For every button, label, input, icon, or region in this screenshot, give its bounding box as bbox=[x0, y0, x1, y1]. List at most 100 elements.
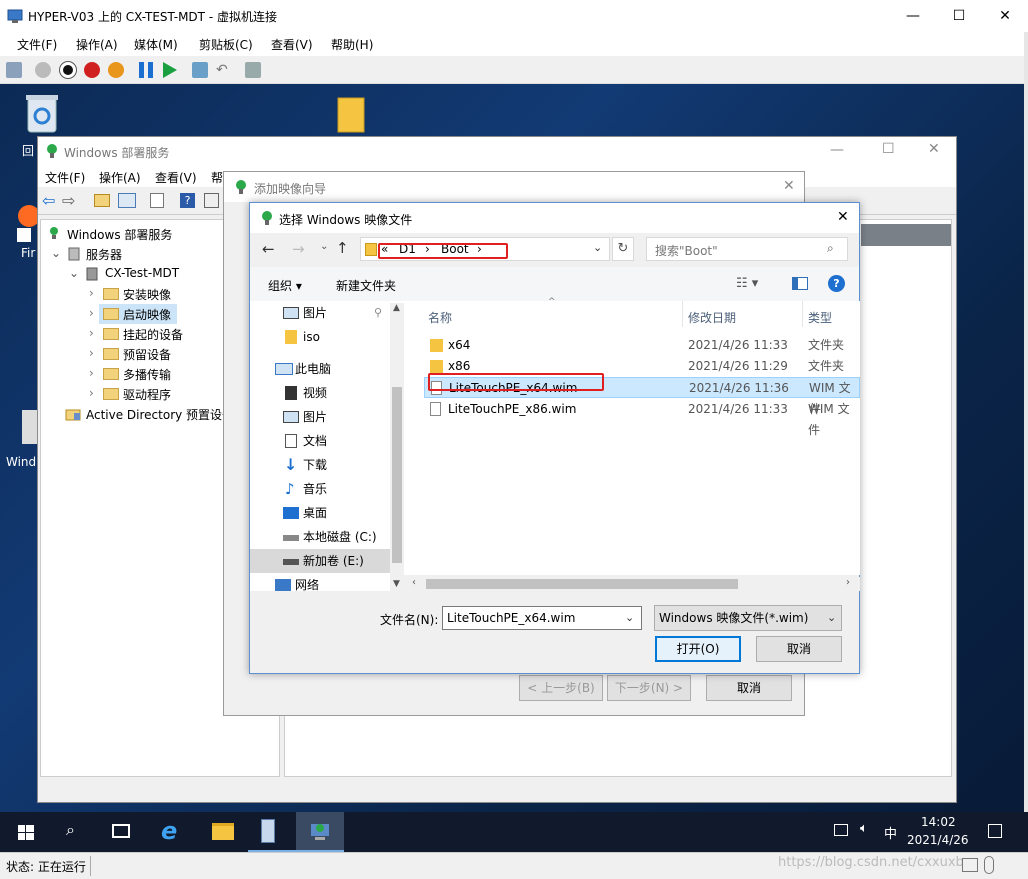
refresh-button[interactable]: ↻ bbox=[612, 237, 634, 261]
new-folder-button[interactable]: 新建文件夹 bbox=[336, 277, 396, 294]
filename-input[interactable]: LiteTouchPE_x64.wim ⌄ bbox=[442, 606, 642, 630]
expand-icon[interactable]: ⌄ bbox=[69, 266, 79, 280]
volume-muted-icon[interactable]: 🔈︎ bbox=[860, 821, 868, 836]
checkpoint-icon[interactable] bbox=[192, 62, 208, 78]
wds-menu-action[interactable]: 操作(A) bbox=[99, 169, 141, 186]
nav-scrollbar[interactable]: ▲ ▼ bbox=[390, 303, 404, 591]
host-scrollbar[interactable] bbox=[1024, 32, 1028, 812]
collapse-icon[interactable]: › bbox=[89, 366, 94, 380]
ctrl-alt-del-icon[interactable] bbox=[6, 62, 22, 78]
scroll-up-icon[interactable]: ▲ bbox=[393, 303, 400, 313]
network-tray-icon[interactable] bbox=[834, 824, 848, 836]
taskbar-explorer[interactable] bbox=[198, 812, 246, 852]
tree-install-images[interactable]: 安装映像 bbox=[123, 286, 171, 303]
dialog-close-button[interactable]: ✕ bbox=[837, 209, 849, 225]
pin-icon[interactable]: ⚲ bbox=[374, 301, 382, 325]
wizard-cancel-button[interactable]: 取消 bbox=[706, 675, 792, 701]
dialog-cancel-button[interactable]: 取消 bbox=[756, 636, 842, 662]
clock-date[interactable]: 2021/4/26 bbox=[907, 833, 969, 847]
nav-item-pictures[interactable]: 图片 ⚲ bbox=[250, 301, 404, 325]
wds-menu-file[interactable]: 文件(F) bbox=[45, 169, 85, 186]
wizard-close-button[interactable]: ✕ bbox=[783, 178, 795, 194]
menu-file[interactable]: 文件(F) bbox=[17, 36, 57, 53]
notification-icon[interactable] bbox=[988, 824, 1002, 838]
tree-drivers[interactable]: 驱动程序 bbox=[123, 386, 171, 403]
up-folder-icon[interactable] bbox=[94, 194, 110, 207]
collapse-icon[interactable]: › bbox=[89, 286, 94, 300]
search-icon[interactable]: ⌕ bbox=[827, 241, 834, 256]
collapse-icon[interactable]: › bbox=[89, 326, 94, 340]
show-hide-tree-icon[interactable] bbox=[118, 193, 136, 208]
wds-minimize-button[interactable]: — bbox=[830, 142, 844, 158]
hscrollbar[interactable]: ‹ › bbox=[404, 577, 860, 591]
pause-icon[interactable] bbox=[139, 62, 153, 78]
export-list-icon[interactable] bbox=[150, 193, 164, 208]
nav-item-desktop[interactable]: 桌面 bbox=[250, 501, 404, 525]
filename-dropdown-icon[interactable]: ⌄ bbox=[625, 607, 634, 629]
tree-active-directory[interactable]: Active Directory 预置设备 bbox=[86, 406, 234, 423]
nav-item-documents[interactable]: 文档 bbox=[250, 429, 404, 453]
task-view-button[interactable] bbox=[98, 812, 146, 852]
menu-clipboard[interactable]: 剪贴板(C) bbox=[199, 36, 253, 53]
forward-icon[interactable]: → bbox=[292, 240, 305, 258]
tree-boot-images[interactable]: 启动映像 bbox=[123, 306, 171, 323]
column-name[interactable]: 名称 bbox=[428, 309, 452, 326]
column-date[interactable]: 修改日期 bbox=[688, 309, 736, 326]
close-button[interactable]: ✕ bbox=[982, 0, 1028, 32]
recycle-bin-icon[interactable] bbox=[22, 92, 62, 134]
wds-menu-view[interactable]: 查看(V) bbox=[155, 169, 197, 186]
back-icon[interactable]: ← bbox=[262, 240, 275, 258]
open-button[interactable]: 打开(O) bbox=[655, 636, 741, 662]
save-icon[interactable] bbox=[108, 62, 124, 78]
filetype-dropdown-icon[interactable]: ⌄ bbox=[827, 606, 836, 630]
help-icon[interactable]: ? bbox=[180, 193, 195, 208]
wds-maximize-button[interactable]: ☐ bbox=[882, 141, 895, 157]
shutdown-icon[interactable] bbox=[84, 62, 100, 78]
column-type[interactable]: 类型 bbox=[808, 309, 832, 326]
help-icon[interactable]: ? bbox=[828, 275, 845, 292]
tree-servers[interactable]: 服务器 bbox=[86, 246, 122, 263]
properties-icon[interactable] bbox=[204, 193, 219, 208]
organize-button[interactable]: 组织 ▾ bbox=[268, 277, 302, 294]
tree-server[interactable]: CX-Test-MDT bbox=[105, 266, 179, 280]
address-dropdown-icon[interactable]: ⌄ bbox=[593, 241, 602, 254]
resume-icon[interactable] bbox=[163, 62, 177, 78]
nav-item-pictures[interactable]: 图片 bbox=[250, 405, 404, 429]
revert-icon[interactable]: ↶ bbox=[216, 62, 232, 78]
clock-time[interactable]: 14:02 bbox=[921, 815, 956, 829]
taskbar-wds[interactable] bbox=[296, 812, 344, 852]
wizard-back-button[interactable]: < 上一步(B) bbox=[519, 675, 603, 701]
nav-item-new-volume[interactable]: 新加卷 (E:) bbox=[250, 549, 404, 573]
nav-item-this-pc[interactable]: 此电脑 bbox=[250, 357, 404, 381]
hscroll-thumb[interactable] bbox=[426, 579, 738, 589]
taskbar-server-manager[interactable] bbox=[248, 812, 296, 852]
expand-icon[interactable]: ⌄ bbox=[51, 246, 61, 260]
enhanced-session-icon[interactable] bbox=[245, 62, 261, 78]
maximize-button[interactable]: ☐ bbox=[936, 0, 982, 32]
nav-item-music[interactable]: ♪ 音乐 bbox=[250, 477, 404, 501]
collapse-icon[interactable]: › bbox=[89, 306, 94, 320]
turn-off-icon[interactable] bbox=[60, 62, 76, 78]
scroll-down-icon[interactable]: ▼ bbox=[393, 579, 400, 589]
menu-media[interactable]: 媒体(M) bbox=[134, 36, 178, 53]
folder-desktop-icon[interactable] bbox=[336, 94, 366, 134]
forward-arrow-icon[interactable]: ⇨ bbox=[62, 191, 75, 210]
wds-menu-help[interactable]: 帮 bbox=[211, 169, 223, 186]
tree-pending-devices[interactable]: 挂起的设备 bbox=[123, 326, 183, 343]
back-arrow-icon[interactable]: ⇦ bbox=[42, 191, 55, 210]
view-menu-icon[interactable]: ☷ ▾ bbox=[736, 276, 758, 291]
wizard-next-button[interactable]: 下一步(N) > bbox=[607, 675, 691, 701]
scroll-right-icon[interactable]: › bbox=[846, 577, 850, 588]
ime-indicator[interactable]: 中 bbox=[884, 823, 897, 842]
start-icon[interactable] bbox=[35, 62, 51, 78]
taskbar-ie[interactable]: e bbox=[148, 812, 196, 852]
menu-view[interactable]: 查看(V) bbox=[271, 36, 313, 53]
tree-reserved-devices[interactable]: 预留设备 bbox=[123, 346, 171, 363]
recent-locations-icon[interactable]: ⌄ bbox=[320, 241, 328, 252]
nav-scroll-thumb[interactable] bbox=[392, 387, 402, 563]
search-box[interactable]: 搜索"Boot" ⌕ bbox=[646, 237, 848, 261]
wds-close-button[interactable]: ✕ bbox=[928, 141, 940, 157]
scroll-left-icon[interactable]: ‹ bbox=[412, 577, 416, 588]
nav-item-local-disk[interactable]: 本地磁盘 (C:) bbox=[250, 525, 404, 549]
start-button[interactable] bbox=[0, 812, 48, 852]
